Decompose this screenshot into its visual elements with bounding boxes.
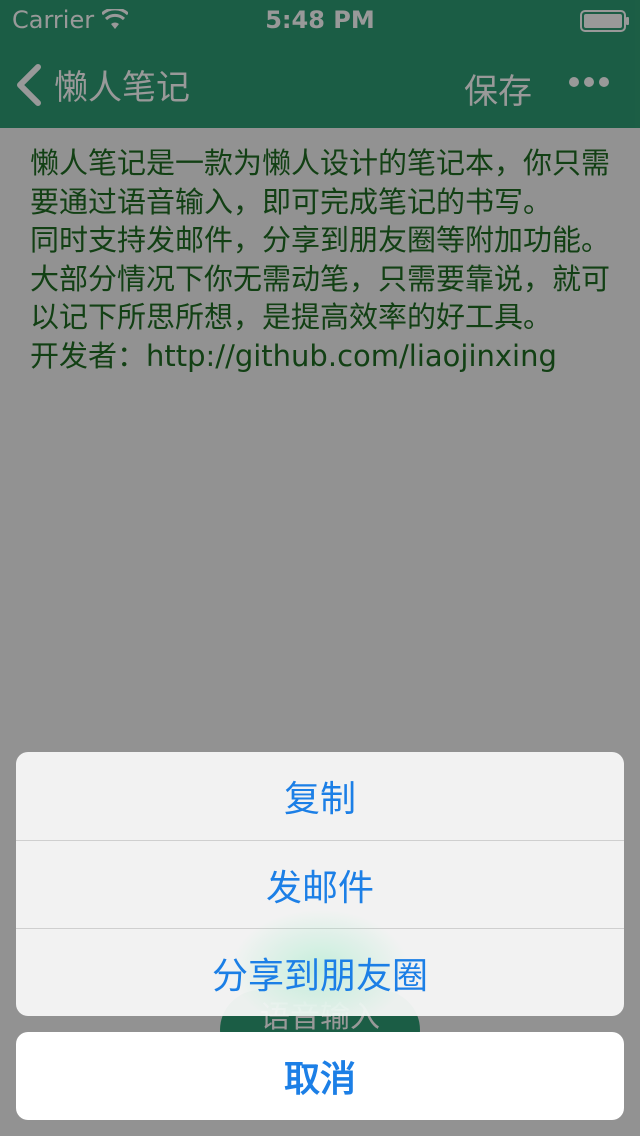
cancel-button[interactable]: 取消 xyxy=(16,1032,624,1120)
share-moments-button-label: 分享到朋友圈 xyxy=(211,956,428,997)
copy-button[interactable]: 复制 xyxy=(16,752,624,840)
send-email-button[interactable]: 发邮件 xyxy=(16,840,624,929)
screen: Carrier 5:48 PM 懒人笔记 保存 懒人笔记是一款为懒人设计的笔记本… xyxy=(0,0,640,1136)
share-moments-button[interactable]: 分享到朋友圈 xyxy=(16,909,624,1016)
action-sheet: 复制 发邮件 分享到朋友圈 xyxy=(16,752,624,1016)
copy-button-label: 复制 xyxy=(283,779,356,820)
send-email-button-label: 发邮件 xyxy=(265,868,374,909)
